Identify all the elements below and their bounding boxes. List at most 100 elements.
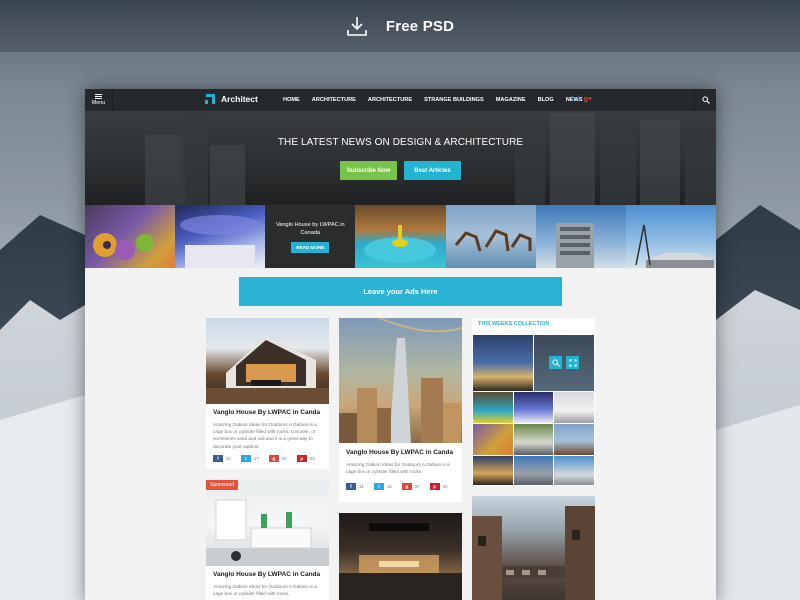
search-button[interactable] <box>694 89 716 111</box>
strip-image[interactable] <box>175 205 266 268</box>
article-image[interactable] <box>206 480 329 566</box>
zoom-icon[interactable] <box>549 356 562 369</box>
pinterest-icon: p <box>296 455 307 462</box>
facebook-icon: f <box>213 455 223 462</box>
collection-image[interactable] <box>514 392 553 423</box>
logo-text: Architect <box>221 94 258 104</box>
strip-image[interactable] <box>445 205 536 268</box>
nav-link-strange-buildings[interactable]: STRANGE BUILDINGS <box>424 97 484 103</box>
share-count: 37 <box>281 456 287 461</box>
ad-banner[interactable]: Leave your Ads Here <box>239 277 562 306</box>
article-title[interactable]: Vanglo House By LWPAC in Canda <box>213 571 320 578</box>
hero-building <box>550 113 595 205</box>
article-image[interactable] <box>206 318 329 404</box>
share-bar: f 31 t 12 g 37 p 02 <box>346 483 448 490</box>
hero-building <box>685 139 716 205</box>
collection-image[interactable] <box>554 424 594 455</box>
share-count: 12 <box>386 484 392 489</box>
share-count: 17 <box>253 456 259 461</box>
strip-image[interactable] <box>355 205 446 268</box>
article-image[interactable] <box>339 513 462 600</box>
nav-link-blog[interactable]: BLOG <box>538 97 554 103</box>
collection-image[interactable] <box>473 424 513 455</box>
hero-building <box>640 119 680 205</box>
nav-link-architecture[interactable]: ARCHITECTURE <box>312 97 356 103</box>
nav-link-home[interactable]: HOME <box>283 97 300 103</box>
article-card[interactable] <box>339 513 462 600</box>
article-excerpt: Amazing Gabion Ideas for Outdoors A Gabi… <box>213 584 317 597</box>
navbar: Menu Architect HOME ARCHITECTURE ARCHITE… <box>85 89 716 111</box>
article-card[interactable] <box>472 496 595 600</box>
strip-image[interactable] <box>535 205 626 268</box>
collection-image[interactable] <box>473 456 513 485</box>
collection-image[interactable] <box>473 392 513 423</box>
hero-building <box>210 145 245 205</box>
article-excerpt: Amazing Gabion Ideas for Outdoors A Gabi… <box>213 422 317 449</box>
collection-title: THIS WEEKS COLLECTION <box>478 321 550 327</box>
share-count: 02 <box>442 484 448 489</box>
googleplus-icon: g <box>401 483 412 490</box>
nav-link-magazine[interactable]: MAGAZINE <box>496 97 526 103</box>
share-twitter[interactable]: t 17 <box>240 455 259 462</box>
expand-icon[interactable] <box>566 356 579 369</box>
menu-label: Menu <box>91 100 106 106</box>
strip-image[interactable] <box>625 205 716 268</box>
logo-icon <box>205 94 215 104</box>
read-more-button[interactable]: READ MORE <box>291 241 330 253</box>
website-window: Menu Architect HOME ARCHITECTURE ARCHITE… <box>85 89 716 600</box>
image-strip: Vanglo House by LWPAC in Canada READ MOR… <box>85 205 716 268</box>
share-pinterest[interactable]: p 02 <box>429 483 448 490</box>
googleplus-icon: g <box>268 455 279 462</box>
facebook-icon: f <box>346 483 356 490</box>
article-card[interactable]: Vanglo House By LWPAC in Canda Amazing G… <box>206 318 329 469</box>
free-psd-label[interactable]: Free PSD <box>386 18 454 35</box>
share-googleplus[interactable]: g 37 <box>401 483 420 490</box>
site-logo[interactable]: Architect <box>205 94 258 104</box>
best-articles-button[interactable]: Best Articles <box>404 161 461 180</box>
nav-link-architecture-2[interactable]: ARCHITECTURE <box>368 97 412 103</box>
sponsored-card[interactable]: Sponsored Vanglo House By LWPAC in Canda… <box>206 480 329 600</box>
article-title[interactable]: Vanglo House By LWPAC in Canda <box>213 409 320 416</box>
article-title[interactable]: Vanglo House By LWPAC in Canda <box>346 449 453 456</box>
article-image[interactable] <box>339 318 462 443</box>
twitter-icon: t <box>240 455 251 462</box>
hero-section: THE LATEST NEWS ON DESIGN & ARCHITECTURE… <box>85 111 716 205</box>
share-count: 03 <box>309 456 315 461</box>
collection-widget: THIS WEEKS COLLECTION <box>472 318 595 486</box>
collection-image-selected[interactable] <box>534 335 594 391</box>
sponsored-badge: Sponsored <box>206 480 239 490</box>
collection-image[interactable] <box>473 335 533 391</box>
share-twitter[interactable]: t 12 <box>373 483 392 490</box>
nav-links: HOME ARCHITECTURE ARCHITECTURE STRANGE B… <box>283 89 583 111</box>
twitter-icon[interactable]: t <box>571 96 573 103</box>
top-banner[interactable]: Free PSD <box>0 0 800 52</box>
menu-button[interactable]: Menu <box>85 89 113 111</box>
googleplus-icon[interactable]: g+ <box>584 96 592 103</box>
subscribe-button[interactable]: Subscribe Now <box>340 161 397 180</box>
article-card[interactable]: Vanglo House By LWPAC in Canda Amazing G… <box>339 318 462 502</box>
share-count: 37 <box>414 484 420 489</box>
share-googleplus[interactable]: g 37 <box>268 455 287 462</box>
collection-image[interactable] <box>514 456 553 485</box>
social-links: t f g+ <box>571 96 592 103</box>
article-image[interactable] <box>472 496 595 600</box>
share-bar: f 31 t 17 g 37 p 03 <box>213 455 315 462</box>
search-icon <box>701 96 710 104</box>
share-facebook[interactable]: f 31 <box>213 455 231 462</box>
article-excerpt: Amazing Gabion Ideas for Outdoors A Gabi… <box>346 462 450 475</box>
collection-image[interactable] <box>554 392 594 423</box>
share-pinterest[interactable]: p 03 <box>296 455 315 462</box>
menu-icon <box>95 94 102 99</box>
collection-image[interactable] <box>514 424 553 455</box>
share-count: 31 <box>359 484 364 489</box>
facebook-icon[interactable]: f <box>577 96 579 103</box>
hero-title: THE LATEST NEWS ON DESIGN & ARCHITECTURE <box>277 137 524 148</box>
hero-building <box>180 117 208 205</box>
featured-strip-tile[interactable]: Vanglo House by LWPAC in Canada READ MOR… <box>265 205 356 268</box>
featured-title[interactable]: Vanglo House by LWPAC in Canada <box>275 221 345 237</box>
download-icon[interactable] <box>346 15 368 37</box>
strip-image[interactable] <box>85 205 176 268</box>
twitter-icon: t <box>373 483 384 490</box>
share-facebook[interactable]: f 31 <box>346 483 364 490</box>
collection-image[interactable] <box>554 456 594 485</box>
